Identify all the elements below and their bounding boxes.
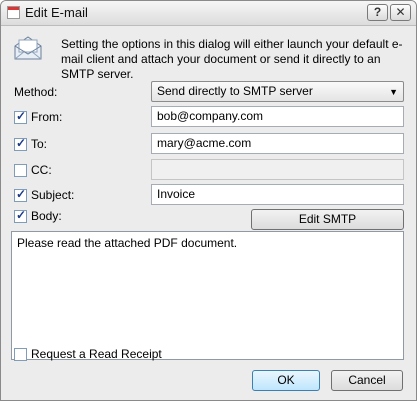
envelope-icon bbox=[14, 36, 42, 60]
cancel-button[interactable]: Cancel bbox=[331, 370, 403, 391]
subject-checkbox[interactable] bbox=[14, 187, 27, 202]
help-button[interactable]: ? bbox=[367, 4, 388, 21]
read-receipt-checkbox[interactable] bbox=[14, 348, 27, 361]
to-checkbox[interactable] bbox=[14, 136, 27, 151]
subject-label: Subject: bbox=[31, 188, 75, 202]
from-field[interactable]: bob@company.com bbox=[151, 106, 404, 127]
subject-field[interactable]: Invoice bbox=[151, 184, 404, 205]
dialog-content: Setting the options in this dialog will … bbox=[1, 26, 416, 400]
edit-email-dialog: Edit E-mail ? ✕ Setting the options in t… bbox=[0, 0, 417, 401]
method-select[interactable]: Send directly to SMTP server ▼ bbox=[151, 81, 404, 102]
body-checkbox[interactable] bbox=[14, 208, 27, 223]
window-title: Edit E-mail bbox=[25, 5, 88, 20]
body-label: Body: bbox=[31, 209, 62, 223]
intro-text: Setting the options in this dialog will … bbox=[61, 37, 403, 81]
from-label: From: bbox=[31, 110, 63, 124]
cc-label: CC: bbox=[31, 163, 52, 177]
cc-checkbox[interactable] bbox=[14, 164, 27, 177]
read-receipt-label: Request a Read Receipt bbox=[31, 347, 162, 361]
to-field[interactable]: mary@acme.com bbox=[151, 133, 404, 154]
edit-smtp-button[interactable]: Edit SMTP bbox=[251, 209, 404, 230]
method-value: Send directly to SMTP server bbox=[157, 84, 313, 98]
title-bar[interactable]: Edit E-mail ? ✕ bbox=[1, 1, 416, 26]
app-icon bbox=[7, 6, 20, 19]
from-checkbox[interactable] bbox=[14, 109, 27, 124]
close-button[interactable]: ✕ bbox=[390, 4, 411, 21]
ok-button[interactable]: OK bbox=[252, 370, 320, 391]
method-label: Method: bbox=[14, 85, 58, 99]
to-label: To: bbox=[31, 137, 48, 151]
dropdown-arrow-icon: ▼ bbox=[389, 87, 398, 97]
cc-field[interactable] bbox=[151, 159, 404, 180]
body-textarea[interactable]: Please read the attached PDF document. bbox=[11, 231, 404, 360]
